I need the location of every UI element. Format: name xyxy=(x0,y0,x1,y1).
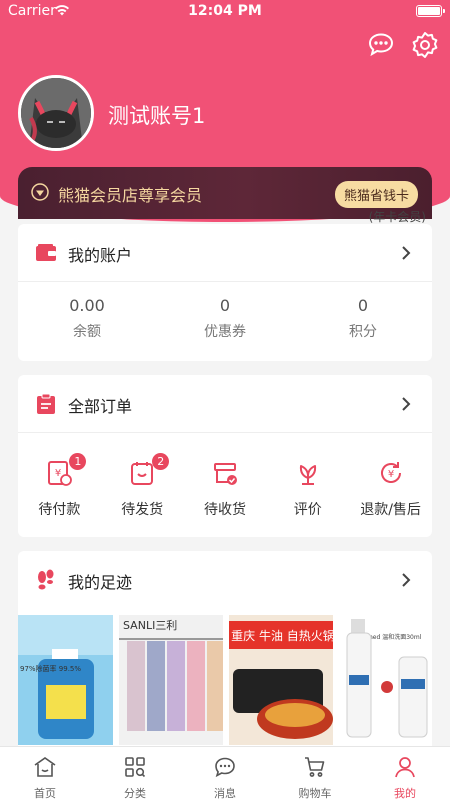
points-item[interactable]: 0 积分 xyxy=(294,296,432,341)
status-bar: Carrier 12:04 PM xyxy=(0,0,450,22)
chevron-right-icon xyxy=(402,573,411,587)
product-thumbnail[interactable]: 重庆 牛油 自热火锅 xyxy=(228,615,334,745)
avatar-image xyxy=(21,78,91,148)
header-actions xyxy=(366,30,440,60)
footprint-icon xyxy=(38,569,54,590)
svg-text:¥: ¥ xyxy=(387,469,393,480)
order-refund[interactable]: ¥ 退款/售后 xyxy=(349,459,432,519)
message-icon[interactable] xyxy=(366,30,396,60)
tab-label: 分类 xyxy=(124,787,146,800)
grid-icon xyxy=(125,757,146,778)
vip-title: 熊猫会员店尊享会员 xyxy=(58,186,203,205)
chat-icon xyxy=(215,757,235,778)
product-thumbnail[interactable]: SANLI三利 xyxy=(118,615,223,745)
account-card: 我的账户 0.00 余额 0 优惠券 0 积分 xyxy=(18,224,432,361)
gear-icon[interactable] xyxy=(410,30,440,60)
coupon-label: 优惠券 xyxy=(204,324,246,340)
product-caption: 97%除菌率 99.5% xyxy=(20,664,81,673)
cart-icon xyxy=(305,757,325,777)
chevron-right-icon xyxy=(402,246,411,260)
account-values: 0.00 余额 0 优惠券 0 积分 xyxy=(18,296,432,341)
vip-subtitle: (年卡会员) xyxy=(368,210,426,224)
refund-icon: ¥ xyxy=(380,462,401,483)
wallet-icon xyxy=(36,244,56,261)
tab-label: 购物车 xyxy=(298,787,332,800)
coupon-item[interactable]: 0 优惠券 xyxy=(156,296,294,341)
product-caption: SANLI三利 xyxy=(123,619,177,632)
clipboard-icon xyxy=(37,393,55,414)
orders-title: 全部订单 xyxy=(68,397,133,416)
footprint-products: 97%除菌率 99.5% SANLI三利 重庆 牛油 自热火锅 sebamed … xyxy=(18,615,432,745)
tab-cart[interactable]: 购物车 xyxy=(270,747,360,800)
footprint-title: 我的足迹 xyxy=(68,573,133,592)
order-label: 评价 xyxy=(293,502,322,518)
order-pending-receipt[interactable]: 待收货 xyxy=(184,459,267,519)
points-value: 0 xyxy=(357,296,369,315)
balance-item[interactable]: 0.00 余额 xyxy=(18,296,156,341)
points-label: 积分 xyxy=(349,324,377,340)
chevron-right-icon xyxy=(402,397,411,411)
tab-label: 我的 xyxy=(394,787,416,800)
order-review[interactable]: 评价 xyxy=(266,459,349,519)
orders-card: 全部订单 ¥ 1 待付款 2 待发货 待收货 评价 ¥ 退款/售后 xyxy=(18,375,432,537)
order-pending-payment[interactable]: ¥ 1 待付款 xyxy=(18,453,101,519)
product-thumbnail[interactable]: sebamed 温和洗面30ml xyxy=(339,615,432,745)
orders-header[interactable]: 全部订单 xyxy=(18,375,432,433)
battery-icon xyxy=(416,5,445,17)
clock: 12:04 PM xyxy=(188,3,262,19)
savings-card-button[interactable]: 熊猫省钱卡 xyxy=(334,181,418,208)
diamond-icon xyxy=(31,183,49,201)
hotpot-image: 重庆 牛油 自热火锅 xyxy=(228,615,334,745)
order-label: 待发货 xyxy=(121,502,164,518)
account-title: 我的账户 xyxy=(68,246,133,265)
tab-messages[interactable]: 消息 xyxy=(180,747,270,800)
order-label: 待收货 xyxy=(203,502,246,518)
balance-label: 余额 xyxy=(73,324,101,340)
product-thumbnail[interactable]: 97%除菌率 99.5% xyxy=(18,615,113,745)
tab-label: 消息 xyxy=(214,787,236,800)
profile-page: Carrier 12:04 PM 测试账号1 熊猫会员店尊享会员 熊猫省钱卡 (… xyxy=(0,0,450,800)
order-status-row: ¥ 1 待付款 2 待发货 待收货 评价 ¥ 退款/售后 xyxy=(18,453,432,519)
footprint-header[interactable]: 我的足迹 xyxy=(18,551,432,609)
tab-category[interactable]: 分类 xyxy=(90,747,180,800)
box-check-icon xyxy=(213,463,237,485)
tab-home[interactable]: 首页 xyxy=(0,747,90,800)
pending-shipment-badge: 2 xyxy=(152,453,170,470)
flower-icon xyxy=(299,465,316,485)
person-icon xyxy=(395,757,415,778)
avatar[interactable] xyxy=(18,75,94,151)
order-label: 待付款 xyxy=(38,502,81,518)
username: 测试账号1 xyxy=(108,104,206,128)
home-icon xyxy=(34,757,56,777)
order-label: 退款/售后 xyxy=(360,502,421,518)
svg-text:¥: ¥ xyxy=(55,468,61,479)
pending-payment-badge: 1 xyxy=(69,453,87,470)
tab-bar: 首页 分类 消息 购物车 我的 xyxy=(0,746,450,800)
product-caption: 重庆 牛油 自热火锅 xyxy=(231,628,333,643)
tab-label: 首页 xyxy=(34,787,56,800)
towels-image: SANLI三利 xyxy=(118,615,223,745)
cleaner-bottle-image: 97%除菌率 99.5% xyxy=(18,615,113,745)
cleanser-image: sebamed 温和洗面30ml xyxy=(339,615,432,745)
coupon-value: 0 xyxy=(219,296,231,315)
tab-mine[interactable]: 我的 xyxy=(360,747,450,800)
account-header[interactable]: 我的账户 xyxy=(18,224,432,282)
balance-value: 0.00 xyxy=(69,296,105,315)
order-pending-shipment[interactable]: 2 待发货 xyxy=(101,453,184,519)
